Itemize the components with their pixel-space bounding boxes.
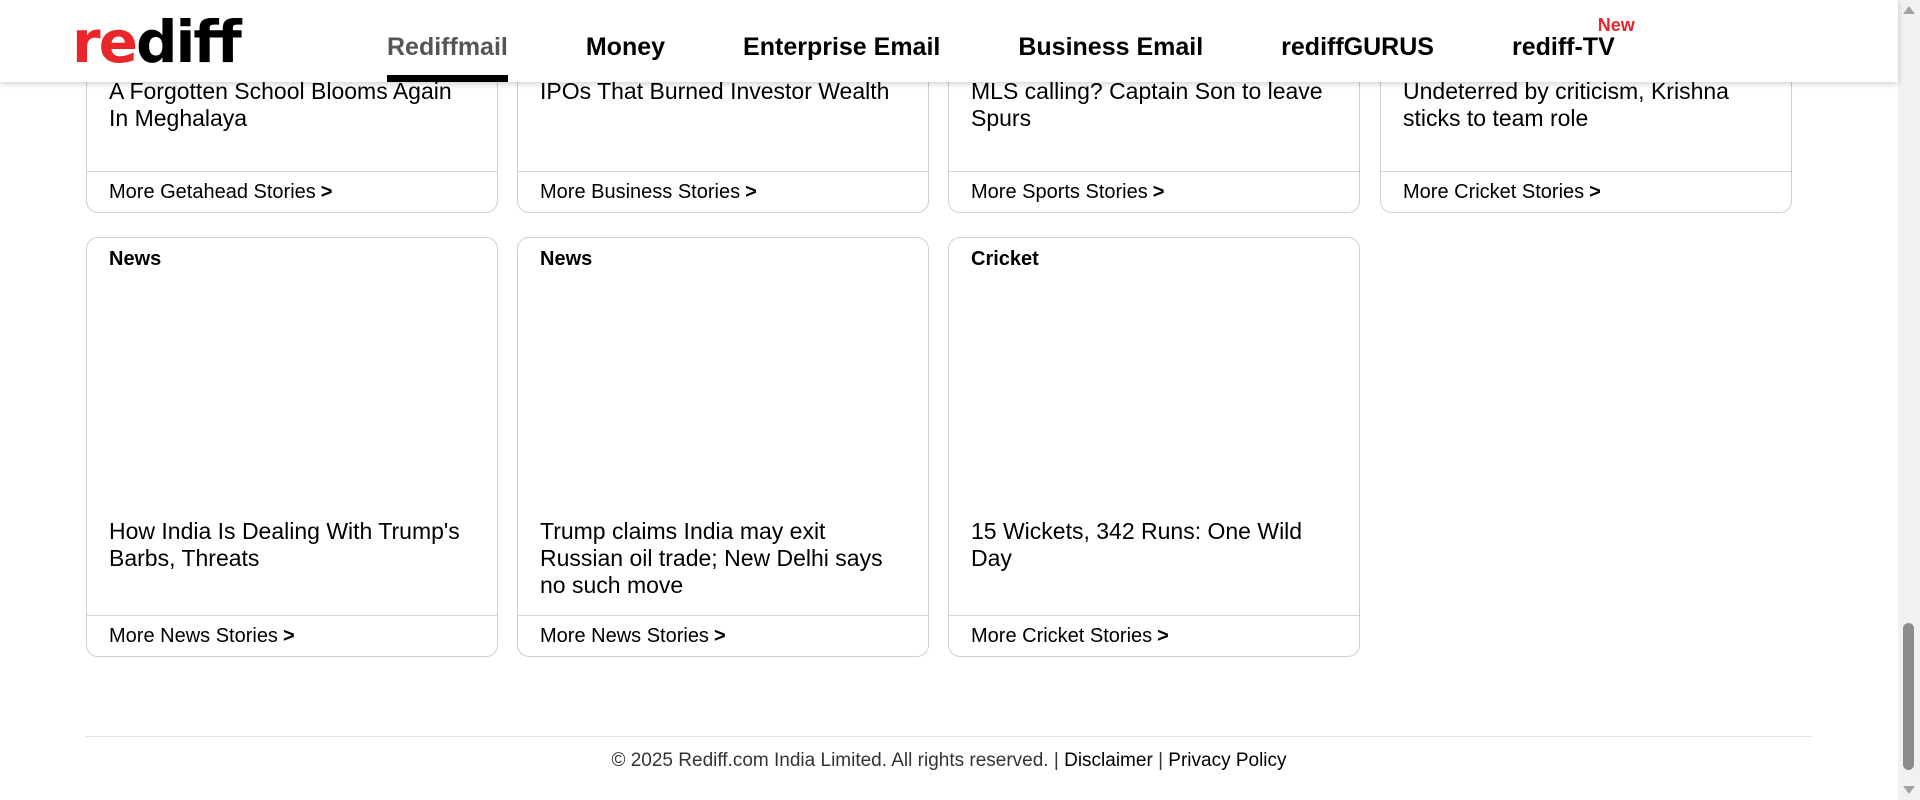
chevron-right-icon: >: [713, 625, 726, 647]
privacy-policy-link[interactable]: Privacy Policy: [1168, 750, 1286, 771]
footer-divider: [86, 736, 1812, 737]
nav-money[interactable]: Money: [586, 0, 665, 82]
more-stories-link[interactable]: More Cricket Stories >: [949, 615, 1359, 656]
nav-enterprise-email[interactable]: Enterprise Email: [743, 0, 940, 82]
more-stories-link[interactable]: More Business Stories >: [518, 171, 928, 212]
more-stories-link[interactable]: More Cricket Stories >: [1381, 171, 1791, 212]
more-stories-link[interactable]: More Getahead Stories >: [87, 171, 497, 212]
chevron-right-icon: >: [1157, 625, 1169, 647]
story-card: News How India Is Dealing With Trump's B…: [86, 237, 498, 657]
story-category: News: [109, 248, 162, 270]
nav-rediffmail[interactable]: Rediffmail: [387, 0, 508, 82]
site-header: rediff Rediffmail Money Enterprise Email…: [0, 0, 1898, 82]
chevron-right-icon: >: [745, 181, 757, 203]
vertical-scrollbar[interactable]: [1898, 0, 1920, 800]
chevron-right-icon: >: [282, 625, 295, 647]
story-category: Cricket: [971, 248, 1039, 270]
nav-rediff-tv[interactable]: rediff-TV New: [1511, 0, 1635, 82]
story-title[interactable]: MLS calling? Captain Son to leave Spurs: [971, 78, 1337, 132]
story-title[interactable]: 15 Wickets, 342 Runs: One Wild Day: [971, 518, 1337, 572]
story-title[interactable]: How India Is Dealing With Trump's Barbs,…: [109, 518, 475, 572]
disclaimer-link[interactable]: Disclaimer: [1064, 750, 1153, 771]
new-badge: New: [1597, 15, 1635, 35]
story-title[interactable]: Trump claims India may exit Russian oil …: [540, 518, 906, 599]
story-title[interactable]: Undeterred by criticism, Krishna sticks …: [1403, 78, 1769, 132]
chevron-right-icon: >: [1589, 181, 1601, 203]
story-title[interactable]: A Forgotten School Blooms Again In Megha…: [109, 78, 475, 132]
logo-text-dark: diff: [135, 8, 242, 76]
nav-rediffgurus[interactable]: rediffGURUS: [1281, 0, 1434, 82]
story-category: News: [540, 248, 593, 270]
nav-rediff-tv-label: rediff-TV: [1511, 33, 1615, 61]
chevron-right-icon: >: [1152, 181, 1165, 203]
footer-separator: |: [1158, 750, 1163, 771]
story-card: Cricket 15 Wickets, 342 Runs: One Wild D…: [948, 237, 1360, 657]
scrollbar-thumb[interactable]: [1903, 623, 1914, 770]
scroll-up-arrow-icon[interactable]: [1903, 6, 1915, 14]
nav-business-email[interactable]: Business Email: [1018, 0, 1203, 82]
story-title[interactable]: IPOs That Burned Investor Wealth: [540, 78, 906, 105]
more-stories-link[interactable]: More News Stories >: [518, 615, 928, 656]
more-stories-link[interactable]: More Sports Stories >: [949, 171, 1359, 212]
chevron-right-icon: >: [320, 181, 333, 203]
story-card: News Trump claims India may exit Russian…: [517, 237, 929, 657]
logo-text-red: re: [72, 8, 138, 76]
copyright-bar: © 2025 Rediff.com India Limited. All rig…: [0, 750, 1898, 772]
top-nav: Rediffmail Money Enterprise Email Busine…: [387, 0, 1693, 82]
rediff-logo[interactable]: rediff: [72, 2, 242, 82]
copyright-text: © 2025 Rediff.com India Limited. All rig…: [611, 750, 1059, 771]
scroll-down-arrow-icon[interactable]: [1903, 786, 1915, 794]
more-stories-link[interactable]: More News Stories >: [87, 615, 497, 656]
